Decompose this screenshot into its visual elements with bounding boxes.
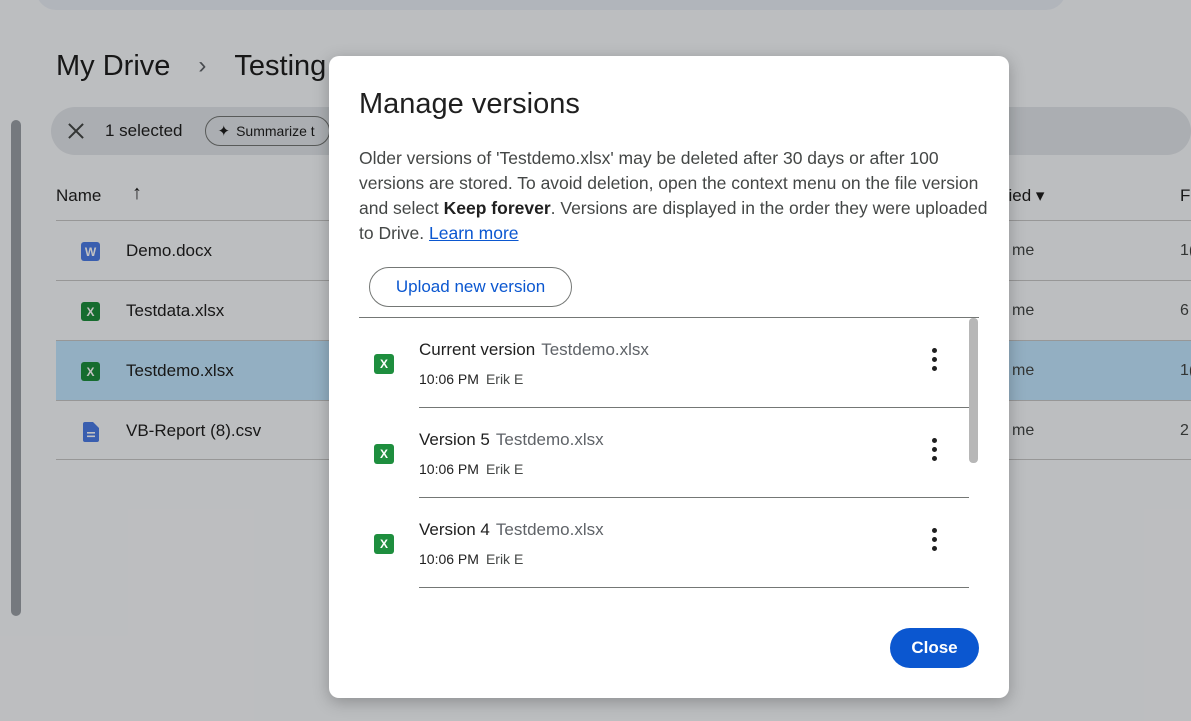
version-time: 10:06 PM bbox=[419, 371, 479, 387]
more-vert-icon[interactable] bbox=[924, 436, 944, 464]
learn-more-link[interactable]: Learn more bbox=[429, 223, 519, 243]
version-meta: 10:06 PM Erik E bbox=[419, 551, 523, 567]
version-title: Version 4 Testdemo.xlsx bbox=[419, 520, 604, 540]
dialog-description: Older versions of 'Testdemo.xlsx' may be… bbox=[359, 146, 989, 246]
close-button[interactable]: Close bbox=[890, 628, 979, 668]
version-row[interactable]: X Version 4 Testdemo.xlsx 10:06 PM Erik E bbox=[359, 498, 969, 588]
version-user: Erik E bbox=[485, 371, 524, 387]
excel-icon: X bbox=[374, 534, 394, 554]
version-file-name: Testdemo.xlsx bbox=[495, 520, 604, 539]
excel-icon: X bbox=[374, 354, 394, 374]
versions-scrollbar[interactable] bbox=[969, 318, 978, 463]
version-file-name: Testdemo.xlsx bbox=[495, 430, 604, 449]
desc-keep-forever: Keep forever bbox=[443, 198, 551, 218]
more-vert-icon[interactable] bbox=[924, 346, 944, 374]
version-meta: 10:06 PM Erik E bbox=[419, 461, 523, 477]
version-file-name: Testdemo.xlsx bbox=[541, 340, 649, 359]
version-label: Version 4 bbox=[419, 520, 490, 539]
version-time: 10:06 PM bbox=[419, 461, 479, 477]
version-label: Version 5 bbox=[419, 430, 490, 449]
version-meta: 10:06 PM Erik E bbox=[419, 371, 523, 387]
dialog-title: Manage versions bbox=[359, 88, 580, 120]
manage-versions-dialog: Manage versions Older versions of 'Testd… bbox=[329, 56, 1009, 698]
version-title: Current version Testdemo.xlsx bbox=[419, 340, 649, 360]
drive-app: My Drive › Testing 1 selected ✦ Summariz… bbox=[0, 0, 1191, 721]
version-label: Current version bbox=[419, 340, 536, 359]
version-user: Erik E bbox=[485, 461, 524, 477]
version-row[interactable]: X Current version Testdemo.xlsx 10:06 PM Eri… bbox=[359, 318, 969, 408]
excel-icon: X bbox=[374, 444, 394, 464]
version-title: Version 5 Testdemo.xlsx bbox=[419, 430, 604, 450]
version-divider bbox=[419, 587, 969, 588]
version-row[interactable]: X Version 5 Testdemo.xlsx 10:06 PM Erik E bbox=[359, 408, 969, 498]
more-vert-icon[interactable] bbox=[924, 526, 944, 554]
version-user: Erik E bbox=[485, 551, 524, 567]
versions-list: X Current version Testdemo.xlsx 10:06 PM Eri… bbox=[359, 317, 979, 613]
upload-new-version-button[interactable]: Upload new version bbox=[369, 267, 572, 307]
version-time: 10:06 PM bbox=[419, 551, 479, 567]
